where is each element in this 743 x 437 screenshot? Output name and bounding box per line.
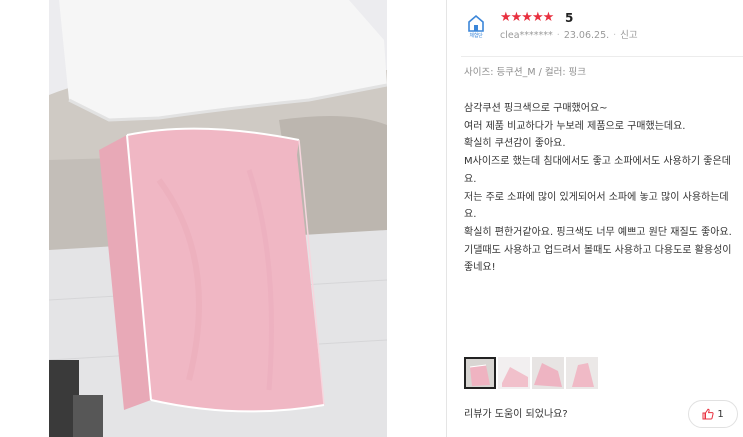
purchase-option: 사이즈: 등쿠션_M / 컬러: 핑크 (464, 67, 587, 78)
thumbs-up-icon (702, 408, 714, 420)
helpful-like-button[interactable]: 1 (688, 400, 738, 428)
review-line: M사이즈로 했는데 침대에서도 좋고 소파에서도 사용하기 좋은데요. (464, 156, 731, 185)
badge-label: 체험단 (469, 33, 483, 39)
rating-stars: ★★★★★ (500, 10, 554, 25)
report-link[interactable]: 신고 (620, 30, 637, 41)
photo-thumbnail-3[interactable] (532, 357, 564, 389)
review-body: 삼각쿠션 핑크색으로 구매했어요~ 여러 제품 비교하다가 누보레 제품으로 구… (464, 100, 740, 277)
helpful-question: 리뷰가 도움이 되었나요? (464, 409, 568, 420)
review-date: 23.06.25. (563, 30, 610, 41)
photo-thumbnail-2[interactable] (498, 357, 530, 389)
review-line: 저는 주로 소파에 많이 있게되어서 소파에 놓고 많이 사용하는데요. (464, 191, 729, 221)
photo-thumbnail-4[interactable] (566, 357, 598, 389)
horizontal-divider (461, 56, 743, 57)
review-line: 삼각쿠션 핑크색으로 구매했어요~ (464, 103, 608, 114)
like-count: 1 (717, 408, 724, 420)
photo-thumbnail-1[interactable] (464, 357, 496, 389)
rating-score: 5 (565, 11, 574, 25)
author-name: clea******* (500, 30, 553, 41)
review-line: 확실히 편한거같아요. 핑크색도 너무 예쁘고 원단 재질도 좋아요. (464, 226, 732, 238)
review-meta: clea******* · 23.06.25. · 신고 (500, 30, 638, 41)
review-line: 기댈때도 사용하고 업드려서 볼때도 사용하고 다용도로 활용성이 좋네요! (464, 244, 732, 274)
review-detail-panel: 체험단 ★★★★★ 5 clea******* · 23.06.25. · 신고 사이즈… (447, 0, 743, 437)
pillow-on-sofa-image (49, 0, 387, 437)
review-line: 여러 제품 비교하다가 누보레 제품으로 구매했는데요. (464, 120, 686, 132)
review-line: 확실히 쿠션감이 좋아요. (464, 138, 566, 150)
review-photo-area (0, 0, 440, 437)
photo-thumbnails (464, 357, 598, 389)
review-main-photo[interactable] (49, 0, 387, 437)
